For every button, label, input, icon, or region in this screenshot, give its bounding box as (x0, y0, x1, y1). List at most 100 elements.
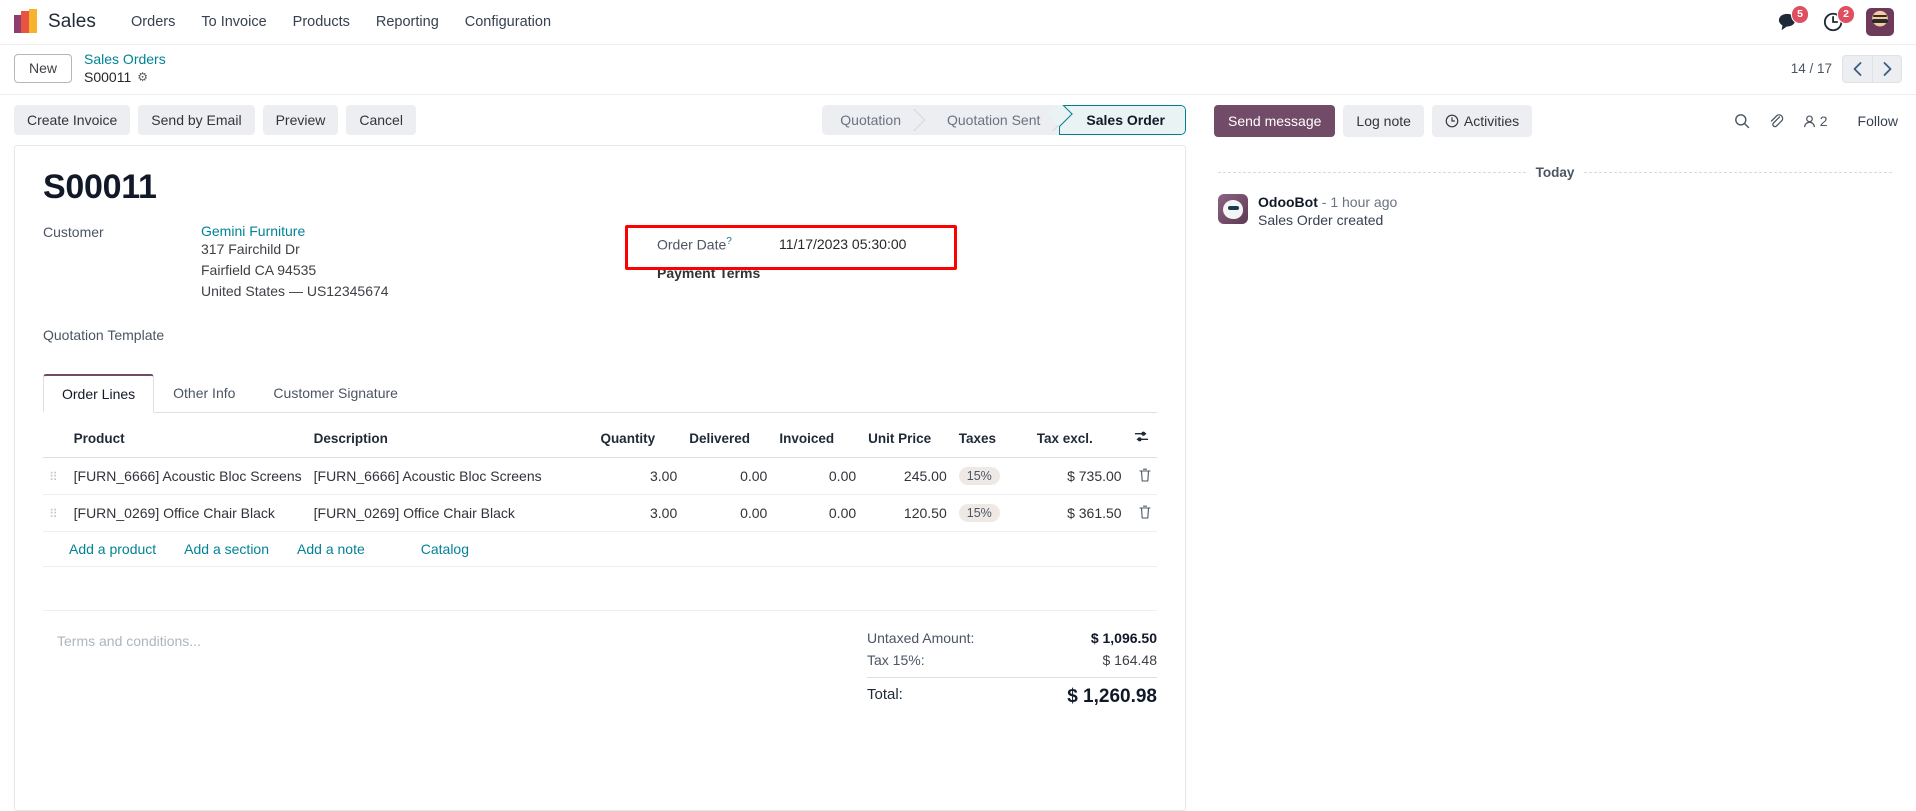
create-invoice-button[interactable]: Create Invoice (14, 105, 131, 136)
cell-unit-price[interactable]: 245.00 (862, 457, 953, 496)
pager-previous-button[interactable] (1842, 54, 1872, 83)
total-value: $ 1,260.98 (1067, 686, 1157, 708)
activities-button[interactable]: Activities (1431, 105, 1533, 137)
th-tax-excl[interactable]: Tax excl. (1030, 419, 1128, 459)
empty-cell (43, 566, 1157, 612)
followers-button[interactable]: 2 (1802, 113, 1828, 129)
notebook: Order Lines Other Info Customer Signatur… (43, 374, 1157, 612)
gear-icon[interactable]: ⚙ (137, 70, 148, 85)
cell-taxes[interactable]: 15% (952, 457, 1031, 496)
nav-item-configuration[interactable]: Configuration (452, 8, 564, 36)
field-customer: Customer Gemini Furniture 317 Fairchild … (43, 223, 643, 302)
chatter-tools: 2 Follow (1734, 113, 1898, 129)
form-sheet-scroll: S00011 Customer Gemini Furniture 317 Fai… (0, 145, 1200, 811)
nav-item-products[interactable]: Products (280, 8, 363, 36)
table-row[interactable]: ⠿ [FURN_0269] Office Chair Black [FURN_0… (43, 494, 1157, 533)
cell-quantity[interactable]: 3.00 (594, 494, 684, 533)
catalog-link[interactable]: Catalog (421, 541, 469, 557)
status-step-label: Sales Order (1086, 112, 1165, 129)
cancel-button[interactable]: Cancel (346, 105, 416, 136)
preview-button[interactable]: Preview (262, 105, 339, 136)
log-note-button[interactable]: Log note (1343, 105, 1424, 137)
table-row[interactable]: ⠿ [FURN_6666] Acoustic Bloc Screens [FUR… (43, 457, 1157, 496)
status-step-quotation-sent[interactable]: Quotation Sent (920, 105, 1061, 136)
add-row-links: Add a product Add a section Add a note C… (43, 531, 1157, 568)
user-avatar[interactable] (1866, 8, 1894, 36)
row-drag-handle[interactable]: ⠿ (43, 494, 68, 533)
terms-and-conditions-input[interactable]: Terms and conditions... (43, 627, 867, 711)
th-taxes[interactable]: Taxes (952, 419, 1031, 459)
status-step-sales-order[interactable]: Sales Order (1059, 105, 1186, 136)
form-sheet: S00011 Customer Gemini Furniture 317 Fai… (14, 145, 1186, 811)
app-name[interactable]: Sales (48, 11, 96, 33)
status-step-quotation[interactable]: Quotation (822, 105, 921, 136)
nav-item-reporting[interactable]: Reporting (363, 8, 452, 36)
follow-button[interactable]: Follow (1858, 113, 1898, 129)
message-author[interactable]: OdooBot (1258, 194, 1318, 210)
total-row-tax: Tax 15%: $ 164.48 (867, 649, 1157, 671)
cell-invoiced[interactable]: 0.00 (773, 457, 863, 496)
messages-button[interactable]: 5 (1774, 5, 1809, 35)
th-unit-price[interactable]: Unit Price (862, 419, 953, 459)
breadcrumb-current-record: S00011 ⚙ (84, 69, 166, 87)
th-delivered[interactable]: Delivered (683, 419, 774, 459)
chatter-column: Send message Log note Activities 2 Follo… (1200, 95, 1916, 811)
cell-product[interactable]: [FURN_0269] Office Chair Black (67, 494, 308, 533)
breadcrumb: Sales Orders S00011 ⚙ (84, 51, 166, 86)
th-optional-columns[interactable] (1127, 419, 1157, 459)
untaxed-label: Untaxed Amount: (867, 630, 975, 647)
nav-item-orders[interactable]: Orders (118, 8, 188, 36)
pager-buttons (1842, 54, 1902, 83)
odoobot-avatar[interactable] (1218, 194, 1248, 224)
sheet-footer: Terms and conditions... Untaxed Amount: … (43, 611, 1157, 711)
row-drag-handle[interactable]: ⠿ (43, 457, 68, 496)
message-header: OdooBot - 1 hour ago (1258, 194, 1397, 210)
cell-description[interactable]: [FURN_0269] Office Chair Black (307, 494, 595, 533)
totals-block: Untaxed Amount: $ 1,096.50 Tax 15%: $ 16… (867, 627, 1157, 711)
search-button[interactable] (1734, 113, 1750, 129)
cell-delete[interactable] (1127, 457, 1157, 496)
message-text: Sales Order created (1258, 212, 1384, 228)
new-record-button[interactable]: New (14, 53, 73, 84)
add-a-section-link[interactable]: Add a section (184, 541, 269, 557)
form-fields-grid: Customer Gemini Furniture 317 Fairchild … (43, 223, 1157, 348)
pager-next-button[interactable] (1872, 54, 1902, 83)
th-product[interactable]: Product (67, 419, 308, 459)
order-lines-body: ⠿ [FURN_6666] Acoustic Bloc Screens [FUR… (43, 457, 1157, 612)
customer-link[interactable]: Gemini Furniture (201, 223, 389, 239)
cell-taxes[interactable]: 15% (952, 494, 1031, 533)
tab-customer-signature[interactable]: Customer Signature (254, 374, 417, 413)
add-a-note-link[interactable]: Add a note (297, 541, 365, 557)
trash-icon (1139, 505, 1151, 519)
tab-order-lines[interactable]: Order Lines (43, 374, 155, 414)
th-description[interactable]: Description (307, 419, 595, 459)
order-date-help-icon[interactable]: ? (726, 236, 732, 247)
sliders-icon (1134, 431, 1148, 442)
breadcrumb-sales-orders[interactable]: Sales Orders (84, 51, 166, 69)
top-navbar: Sales Orders To Invoice Products Reporti… (0, 0, 1916, 45)
tab-other-info[interactable]: Other Info (154, 374, 254, 413)
cell-unit-price[interactable]: 120.50 (862, 494, 953, 533)
cell-delivered[interactable]: 0.00 (683, 494, 774, 533)
quotation-template-label: Quotation Template (43, 327, 165, 344)
add-a-product-link[interactable]: Add a product (69, 541, 156, 557)
paperclip-icon (1770, 114, 1783, 128)
order-date-value[interactable]: 11/17/2023 05:30:00 (779, 236, 906, 252)
cell-delivered[interactable]: 0.00 (683, 457, 774, 496)
cell-product[interactable]: [FURN_6666] Acoustic Bloc Screens (67, 457, 308, 496)
cell-invoiced[interactable]: 0.00 (773, 494, 863, 533)
customer-address-line: 317 Fairchild Dr (201, 241, 300, 258)
order-date-label-text: Order Date (657, 236, 727, 253)
cell-quantity[interactable]: 3.00 (594, 457, 684, 496)
nav-item-to-invoice[interactable]: To Invoice (188, 8, 279, 36)
add-links-group: Add a product Add a section Add a note C… (49, 541, 1151, 557)
tax-label: Tax 15%: (867, 652, 925, 669)
cell-delete[interactable] (1127, 494, 1157, 533)
th-quantity[interactable]: Quantity (594, 419, 684, 459)
th-invoiced[interactable]: Invoiced (773, 419, 863, 459)
attachments-button[interactable] (1768, 113, 1784, 129)
activities-button[interactable]: 2 (1820, 5, 1855, 35)
cell-description[interactable]: [FURN_6666] Acoustic Bloc Screens (307, 457, 595, 496)
send-message-button[interactable]: Send message (1214, 105, 1336, 137)
send-by-email-button[interactable]: Send by Email (138, 105, 255, 136)
